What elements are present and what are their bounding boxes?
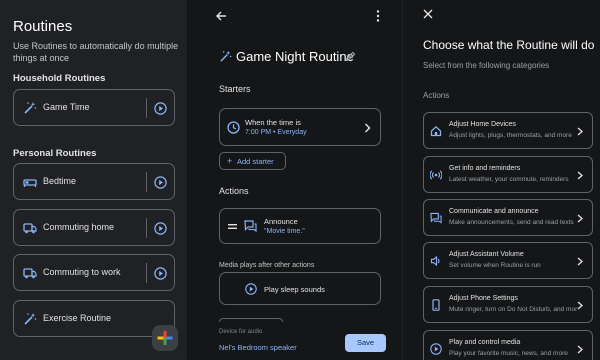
starter-title: When the time is bbox=[245, 118, 301, 127]
routines-panel: Routines Use Routines to automatically d… bbox=[0, 0, 187, 360]
routine-label: Bedtime bbox=[43, 176, 77, 186]
routine-card-bedtime[interactable]: Bedtime bbox=[13, 163, 175, 200]
pencil-icon[interactable] bbox=[345, 51, 356, 62]
broadcast-icon bbox=[430, 170, 442, 180]
device-selector[interactable]: Nel's Bedroom speaker bbox=[219, 343, 297, 352]
routine-card-commuting-to-work[interactable]: Commuting to work bbox=[13, 254, 175, 291]
drag-handle-icon[interactable] bbox=[228, 223, 237, 230]
page-title: Routines bbox=[13, 18, 73, 35]
chevron-right-icon bbox=[577, 171, 583, 180]
bed-icon bbox=[23, 179, 37, 187]
routine-label: Exercise Routine bbox=[43, 313, 112, 323]
action-card-announce[interactable]: Announce "Movie time." bbox=[219, 208, 381, 244]
chevron-right-icon bbox=[577, 127, 583, 136]
actions-heading: Actions bbox=[423, 91, 450, 100]
divider bbox=[146, 218, 147, 238]
magic-wand-icon bbox=[24, 102, 37, 114]
panel-subtitle: Select from the following categories bbox=[423, 61, 550, 70]
category-description: Play your favorite music, news, and more bbox=[449, 350, 568, 357]
phone-icon bbox=[432, 299, 440, 311]
chat-icon bbox=[430, 212, 442, 224]
divider bbox=[146, 172, 147, 192]
routine-card-game-time[interactable]: Game Time bbox=[13, 89, 175, 126]
starter-card[interactable]: When the time is 7:00 PM • Everyday bbox=[219, 108, 381, 146]
category-title: Adjust Phone Settings bbox=[449, 295, 518, 302]
more-vert-icon[interactable] bbox=[375, 9, 381, 23]
category-play-control-media[interactable]: Play and control media Play your favorit… bbox=[423, 330, 593, 360]
action-detail: "Movie time." bbox=[264, 228, 305, 235]
home-icon bbox=[430, 125, 442, 137]
vehicle-icon bbox=[23, 268, 37, 279]
actions-heading: Actions bbox=[219, 186, 249, 196]
magic-wand-icon bbox=[220, 50, 232, 62]
play-circle-icon[interactable] bbox=[154, 267, 167, 280]
add-starter-label: Add starter bbox=[237, 157, 274, 166]
routine-label: Commuting home bbox=[43, 222, 115, 232]
routine-editor-panel: Game Night Routine Starters When the tim… bbox=[187, 0, 402, 360]
device-label: Device for audio bbox=[219, 329, 263, 335]
add-plus-icon bbox=[157, 331, 173, 345]
personal-routines-heading: Personal Routines bbox=[13, 148, 97, 159]
divider bbox=[146, 98, 147, 118]
category-title: Get info and reminders bbox=[449, 165, 521, 172]
plus-icon: + bbox=[227, 156, 233, 166]
chevron-right-icon bbox=[577, 214, 583, 223]
category-adjust-assistant-volume[interactable]: Adjust Assistant Volume Set volume when … bbox=[423, 242, 593, 279]
vehicle-icon bbox=[23, 223, 37, 234]
category-get-info-reminders[interactable]: Get info and reminders Latest weather, y… bbox=[423, 156, 593, 193]
routine-name: Game Night Routine bbox=[236, 49, 354, 64]
page-description: Use Routines to automatically do multipl… bbox=[13, 41, 179, 63]
category-adjust-phone-settings[interactable]: Adjust Phone Settings Mute ringer, turn … bbox=[423, 286, 593, 323]
divider bbox=[146, 263, 147, 283]
routine-label: Game Time bbox=[43, 102, 90, 112]
panel-title: Choose what the Routine will do bbox=[423, 38, 595, 52]
routine-card-commuting-home[interactable]: Commuting home bbox=[13, 209, 175, 246]
category-adjust-home-devices[interactable]: Adjust Home Devices Adjust lights, plugs… bbox=[423, 112, 593, 149]
play-circle-icon[interactable] bbox=[154, 222, 167, 235]
routine-label: Commuting to work bbox=[43, 267, 121, 277]
play-circle-icon[interactable] bbox=[154, 102, 167, 115]
category-title: Communicate and announce bbox=[449, 208, 539, 215]
category-description: Latest weather, your commute, reminders bbox=[449, 176, 569, 183]
household-routines-heading: Household Routines bbox=[13, 73, 106, 84]
media-heading: Media plays after other actions bbox=[219, 262, 315, 269]
volume-icon bbox=[430, 255, 440, 267]
category-description: Make announcements, send and read texts bbox=[449, 219, 574, 226]
action-title: Announce bbox=[264, 217, 298, 226]
chevron-right-icon bbox=[577, 301, 583, 310]
divider bbox=[219, 318, 283, 322]
add-starter-button[interactable]: + Add starter bbox=[219, 152, 286, 170]
play-circle-icon bbox=[245, 283, 257, 295]
save-button[interactable]: Save bbox=[345, 334, 386, 352]
chevron-right-icon bbox=[365, 123, 371, 133]
close-icon[interactable] bbox=[423, 9, 433, 19]
clock-icon bbox=[227, 121, 240, 134]
chevron-right-icon bbox=[577, 345, 583, 354]
category-description: Set volume when Routine is run bbox=[449, 262, 541, 269]
add-routine-button[interactable] bbox=[152, 325, 178, 351]
starters-heading: Starters bbox=[219, 84, 251, 94]
chevron-right-icon bbox=[577, 257, 583, 266]
category-chooser-panel: Choose what the Routine will do Select f… bbox=[402, 0, 600, 360]
magic-wand-icon bbox=[24, 313, 37, 325]
media-action-title: Play sleep sounds bbox=[264, 285, 325, 294]
starter-detail: 7:00 PM • Everyday bbox=[245, 129, 307, 136]
category-title: Adjust Home Devices bbox=[449, 121, 516, 128]
routine-card-exercise[interactable]: Exercise Routine bbox=[13, 300, 175, 337]
category-title: Adjust Assistant Volume bbox=[449, 251, 524, 258]
chat-icon bbox=[244, 220, 257, 232]
category-description: Adjust lights, plugs, thermostats, and m… bbox=[449, 132, 572, 139]
media-action-card[interactable]: Play sleep sounds bbox=[219, 272, 381, 305]
category-title: Play and control media bbox=[449, 339, 521, 346]
category-description: Mute ringer, turn on Do Not Disturb, and… bbox=[449, 306, 577, 313]
back-arrow-icon[interactable] bbox=[215, 10, 227, 22]
category-communicate-announce[interactable]: Communicate and announce Make announceme… bbox=[423, 199, 593, 236]
play-icon bbox=[430, 343, 442, 355]
play-circle-icon[interactable] bbox=[154, 176, 167, 189]
